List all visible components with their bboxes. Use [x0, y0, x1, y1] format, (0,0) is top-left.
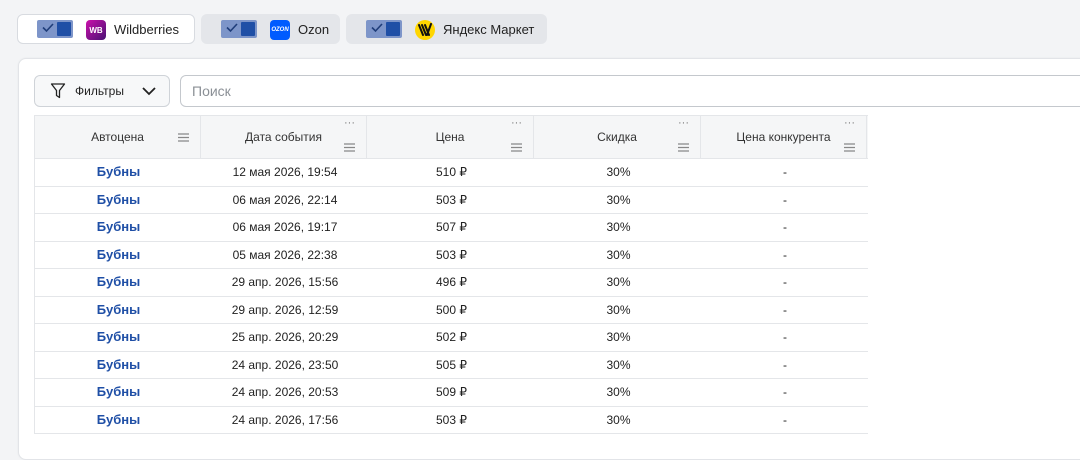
marketplace-tab-yandex-market[interactable]: Яндекс Маркет — [346, 14, 547, 44]
discount-cell: 30% — [606, 192, 631, 207]
autoprice-cell[interactable]: Бубны — [35, 407, 202, 434]
yandex-market-logo — [415, 20, 435, 40]
table-row[interactable]: Бубны 29 апр. 2026, 15:56 496 ₽ 30% - — [34, 269, 868, 297]
event-date-cell: 06 мая 2026, 22:14 — [232, 192, 338, 207]
ozon-toggle[interactable] — [221, 20, 257, 38]
check-icon — [226, 23, 238, 33]
price-cell: 507 ₽ — [436, 220, 467, 234]
filters-button[interactable]: Фильтры — [34, 75, 170, 107]
column-header-autoprice[interactable]: Автоцена — [34, 116, 201, 158]
column-header-event-date[interactable]: ··· Дата события — [201, 116, 367, 158]
price-cell: 496 ₽ — [436, 275, 467, 289]
competitor-price-cell: - — [783, 275, 787, 289]
competitor-price-cell: - — [783, 165, 787, 179]
competitor-price-cell: - — [783, 247, 787, 262]
competitor-price-cell: - — [783, 412, 787, 427]
price-cell: 503 ₽ — [436, 412, 467, 427]
check-icon — [371, 23, 383, 33]
discount-cell: 30% — [606, 357, 631, 372]
discount-cell: 30% — [606, 165, 631, 179]
autoprice-cell[interactable]: Бубны — [35, 379, 202, 406]
wildberries-toggle[interactable] — [37, 20, 73, 38]
column-menu-icon[interactable] — [344, 143, 355, 152]
chevron-down-icon — [142, 87, 156, 96]
search-input[interactable] — [180, 75, 1080, 107]
autoprice-cell[interactable]: Бубны — [35, 297, 202, 324]
column-options-icon[interactable]: ··· — [344, 118, 355, 129]
column-menu-icon[interactable] — [178, 133, 189, 142]
event-date-cell: 29 апр. 2026, 12:59 — [231, 302, 339, 317]
wildberries-logo: WB — [86, 20, 106, 40]
discount-cell: 30% — [606, 412, 631, 427]
discount-cell: 30% — [606, 247, 631, 262]
price-cell: 503 ₽ — [436, 192, 467, 207]
autoprice-cell[interactable]: Бубны — [35, 324, 202, 351]
discount-cell: 30% — [606, 330, 631, 344]
table-row[interactable]: Бубны 06 мая 2026, 19:17 507 ₽ 30% - — [34, 214, 868, 242]
column-options-icon[interactable]: ··· — [678, 118, 689, 129]
discount-cell: 30% — [606, 385, 631, 399]
table-row[interactable]: Бубны 25 апр. 2026, 20:29 502 ₽ 30% - — [34, 324, 868, 352]
competitor-price-cell: - — [783, 302, 787, 317]
competitor-price-cell: - — [783, 357, 787, 372]
marketplace-tab-ozon[interactable]: OZON Ozon — [201, 14, 340, 44]
competitor-price-cell: - — [783, 220, 787, 234]
event-date-cell: 24 апр. 2026, 17:56 — [231, 412, 339, 427]
price-cell: 503 ₽ — [436, 247, 467, 262]
table-row[interactable]: Бубны 24 апр. 2026, 23:50 505 ₽ 30% - — [34, 351, 868, 379]
competitor-price-cell: - — [783, 330, 787, 344]
event-date-cell: 24 апр. 2026, 20:53 — [231, 385, 339, 399]
table-row[interactable]: Бубны 29 апр. 2026, 12:59 500 ₽ 30% - — [34, 296, 868, 324]
check-icon — [42, 23, 54, 33]
price-cell: 509 ₽ — [436, 385, 467, 399]
column-options-icon[interactable]: ··· — [844, 118, 855, 129]
column-menu-icon[interactable] — [511, 143, 522, 152]
table-body: Бубны 12 мая 2026, 19:54 510 ₽ 30% - Бубны 06 … — [34, 159, 868, 434]
ozon-logo: OZON — [270, 20, 290, 40]
competitor-price-cell: - — [783, 192, 787, 207]
discount-cell: 30% — [606, 302, 631, 317]
autoprice-cell[interactable]: Бубны — [35, 187, 202, 214]
column-header-discount[interactable]: ··· Скидка — [534, 116, 701, 158]
price-cell: 505 ₽ — [436, 357, 467, 372]
table-row[interactable]: Бубны 24 апр. 2026, 17:56 503 ₽ 30% - — [34, 406, 868, 434]
event-date-cell: 25 апр. 2026, 20:29 — [231, 330, 339, 344]
price-cell: 510 ₽ — [436, 165, 467, 179]
event-date-cell: 24 апр. 2026, 23:50 — [231, 357, 339, 372]
table-row[interactable]: Бубны 24 апр. 2026, 20:53 509 ₽ 30% - — [34, 379, 868, 407]
autoprice-cell[interactable]: Бубны — [35, 214, 202, 241]
autoprice-cell[interactable]: Бубны — [35, 159, 202, 186]
autoprice-cell[interactable]: Бубны — [35, 269, 202, 296]
column-options-icon[interactable]: ··· — [511, 118, 522, 129]
marketplace-label: Яндекс Маркет — [443, 22, 535, 37]
yandex-market-toggle[interactable] — [366, 20, 402, 38]
column-menu-icon[interactable] — [678, 143, 689, 152]
filter-icon — [50, 83, 66, 99]
competitor-price-cell: - — [783, 385, 787, 399]
price-cell: 502 ₽ — [436, 330, 467, 344]
filters-label: Фильтры — [75, 84, 124, 98]
event-date-cell: 12 мая 2026, 19:54 — [232, 165, 338, 179]
discount-cell: 30% — [606, 220, 631, 234]
price-history-table: Автоцена ··· Дата события ··· Цена ··· С… — [34, 115, 868, 434]
table-header: Автоцена ··· Дата события ··· Цена ··· С… — [34, 115, 868, 159]
event-date-cell: 05 мая 2026, 22:38 — [232, 247, 338, 262]
discount-cell: 30% — [606, 275, 631, 289]
column-header-competitor-price[interactable]: ··· Цена конкурента — [701, 116, 867, 158]
marketplace-tab-wildberries[interactable]: WB Wildberries — [17, 14, 195, 44]
table-row[interactable]: Бубны 05 мая 2026, 22:38 503 ₽ 30% - — [34, 241, 868, 269]
event-date-cell: 06 мая 2026, 19:17 — [232, 220, 338, 234]
table-row[interactable]: Бубны 12 мая 2026, 19:54 510 ₽ 30% - — [34, 159, 868, 187]
event-date-cell: 29 апр. 2026, 15:56 — [231, 275, 339, 289]
autoprice-cell[interactable]: Бубны — [35, 352, 202, 379]
column-header-price[interactable]: ··· Цена — [367, 116, 534, 158]
autoprice-cell[interactable]: Бубны — [35, 242, 202, 269]
table-row[interactable]: Бубны 06 мая 2026, 22:14 503 ₽ 30% - — [34, 186, 868, 214]
marketplace-label: Wildberries — [114, 22, 180, 37]
price-cell: 500 ₽ — [436, 302, 467, 317]
marketplace-label: Ozon — [298, 22, 330, 37]
column-menu-icon[interactable] — [844, 143, 855, 152]
